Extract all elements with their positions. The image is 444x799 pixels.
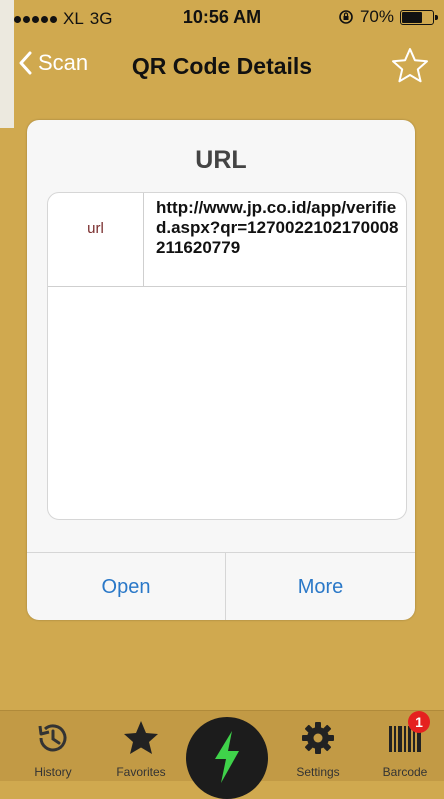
tab-bar: History Favorites Settings 1 Barcode — [0, 710, 444, 799]
barcode-badge: 1 — [408, 711, 430, 733]
card-title: URL — [195, 146, 247, 174]
scan-button[interactable] — [186, 717, 268, 799]
tab-barcode[interactable]: 1 Barcode — [370, 711, 440, 779]
more-button[interactable]: More — [226, 553, 415, 620]
table-row: url http://www.jp.co.id/app/verified.asp… — [48, 193, 406, 287]
battery-icon — [400, 9, 438, 25]
tab-favorites-label: Favorites — [116, 765, 166, 779]
status-bar: XL 3G 10:56 AM 70% — [0, 0, 444, 36]
row-key: url — [48, 193, 144, 286]
tab-history-label: History — [34, 765, 72, 779]
page-title: QR Code Details — [131, 53, 313, 79]
tab-history[interactable]: History — [18, 717, 88, 779]
tab-settings-label: Settings — [296, 765, 340, 779]
nav-bar: Scan QR Code Details — [0, 36, 444, 100]
rotation-lock-icon — [339, 10, 353, 24]
star-outline-icon[interactable] — [390, 46, 430, 86]
gear-icon — [302, 722, 334, 754]
tab-barcode-label: Barcode — [382, 765, 428, 779]
tab-favorites[interactable]: Favorites — [106, 717, 176, 779]
star-icon — [124, 721, 158, 754]
qr-details-card: URL url http://www.jp.co.id/app/verified… — [27, 120, 415, 620]
url-value[interactable]: http://www.jp.co.id/app/verified.aspx?qr… — [156, 198, 404, 258]
clock-history-icon — [38, 724, 67, 752]
details-table: url http://www.jp.co.id/app/verified.asp… — [47, 192, 407, 520]
card-actions: Open More — [27, 552, 415, 620]
battery-percent: 70% — [359, 7, 394, 26]
open-button[interactable]: Open — [27, 553, 226, 620]
lightning-bolt-icon — [215, 731, 239, 783]
status-right: 70% — [338, 7, 438, 27]
tab-settings[interactable]: Settings — [283, 717, 353, 779]
